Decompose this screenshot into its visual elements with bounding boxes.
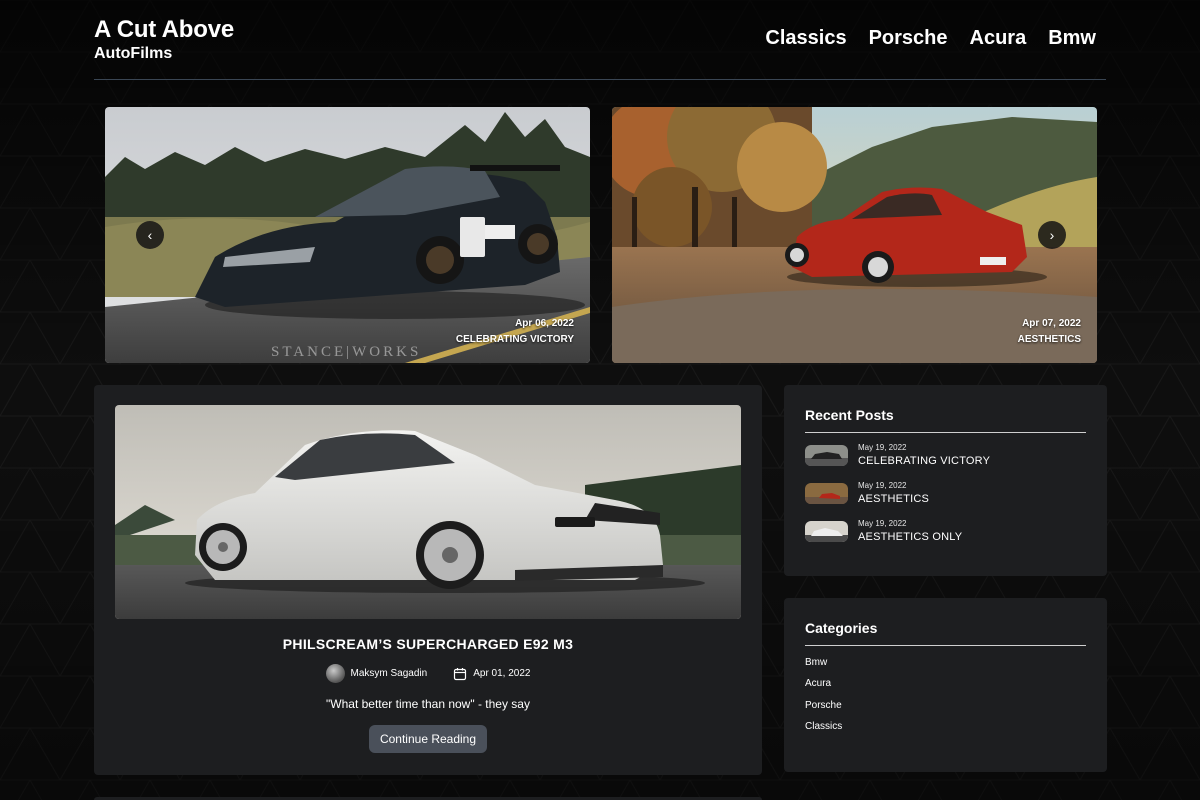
post-meta: Maksym Sagadin Apr 01, 2022 (94, 664, 762, 683)
watermark-text: STANCE|WORKS (271, 344, 422, 360)
recent-posts-title: Recent Posts (805, 407, 894, 423)
nav-link-bmw[interactable]: Bmw (1048, 27, 1096, 50)
nav-link-acura[interactable]: Acura (970, 27, 1027, 50)
recent-post-title[interactable]: CELEBRATING VICTORY (858, 455, 990, 467)
post-image-graphic (115, 405, 741, 619)
carousel-next-button[interactable]: › (1038, 221, 1066, 249)
site-subtitle: AutoFilms (94, 45, 173, 62)
slide-2-date: Apr 07, 2022 (1022, 318, 1081, 329)
recent-post-item[interactable]: May 19, 2022 CELEBRATING VICTORY (805, 443, 990, 467)
category-link-acura[interactable]: Acura (805, 678, 831, 689)
category-link-bmw[interactable]: Bmw (805, 657, 827, 668)
post-image[interactable] (115, 405, 741, 619)
carousel-slide-2[interactable]: Apr 07, 2022 AESTHETICS (612, 107, 1097, 363)
recent-post-date: May 19, 2022 (858, 480, 907, 490)
continue-reading-button[interactable]: Continue Reading (369, 725, 487, 753)
recent-post-date: May 19, 2022 (858, 518, 907, 528)
category-link-classics[interactable]: Classics (805, 721, 842, 732)
chevron-right-icon: › (1049, 227, 1055, 243)
main-nav: Classics Porsche Acura Bmw (765, 27, 1096, 50)
recent-post-date: May 19, 2022 (858, 442, 907, 452)
post-card: PHILSCREAM’S SUPERCHARGED E92 M3 Maksym … (94, 385, 762, 775)
post-author[interactable]: Maksym Sagadin (351, 668, 428, 679)
carousel-prev-button[interactable]: ‹ (136, 221, 164, 249)
post-excerpt: "What better time than now" - they say (326, 697, 530, 711)
site-title[interactable]: A Cut Above (94, 16, 234, 44)
category-link-porsche[interactable]: Porsche (805, 700, 842, 711)
categories-divider (805, 645, 1086, 646)
calendar-icon (454, 667, 467, 680)
slide-2-category[interactable]: AESTHETICS (1018, 334, 1081, 345)
page: A Cut Above AutoFilms Classics Porsche A… (0, 0, 1200, 800)
recent-post-item[interactable]: May 19, 2022 AESTHETICS ONLY (805, 519, 962, 543)
slide-1-meta: Apr 06, 2022 CELEBRATING VICTORY (456, 318, 574, 345)
recent-posts-widget: Recent Posts May 19, 2022 CELEBRATING VI… (784, 385, 1107, 576)
post-date: Apr 01, 2022 (473, 668, 531, 679)
carousel-slide-1[interactable]: STANCE|WORKS Apr 06, 2022 CELEBRATING VI… (105, 107, 590, 363)
slide-2-meta: Apr 07, 2022 AESTHETICS (1018, 318, 1081, 345)
nav-link-porsche[interactable]: Porsche (869, 27, 948, 50)
recent-posts-divider (805, 432, 1086, 433)
post-title[interactable]: PHILSCREAM’S SUPERCHARGED E92 M3 (94, 636, 762, 652)
recent-post-thumbnail (805, 520, 848, 542)
header-divider (94, 79, 1106, 80)
recent-post-title[interactable]: AESTHETICS (858, 493, 929, 505)
recent-post-thumbnail (805, 444, 848, 466)
recent-post-thumbnail (805, 482, 848, 504)
recent-post-title[interactable]: AESTHETICS ONLY (858, 531, 962, 543)
categories-title: Categories (805, 620, 878, 636)
site-header: A Cut Above AutoFilms Classics Porsche A… (94, 14, 1106, 80)
slide-1-category[interactable]: CELEBRATING VICTORY (456, 334, 574, 345)
author-avatar (325, 664, 345, 683)
nav-link-classics[interactable]: Classics (765, 27, 846, 50)
slide-1-date: Apr 06, 2022 (515, 318, 574, 329)
recent-post-item[interactable]: May 19, 2022 AESTHETICS (805, 481, 929, 505)
categories-widget: Categories Bmw Acura Porsche Classics (784, 598, 1107, 772)
chevron-left-icon: ‹ (147, 227, 153, 243)
